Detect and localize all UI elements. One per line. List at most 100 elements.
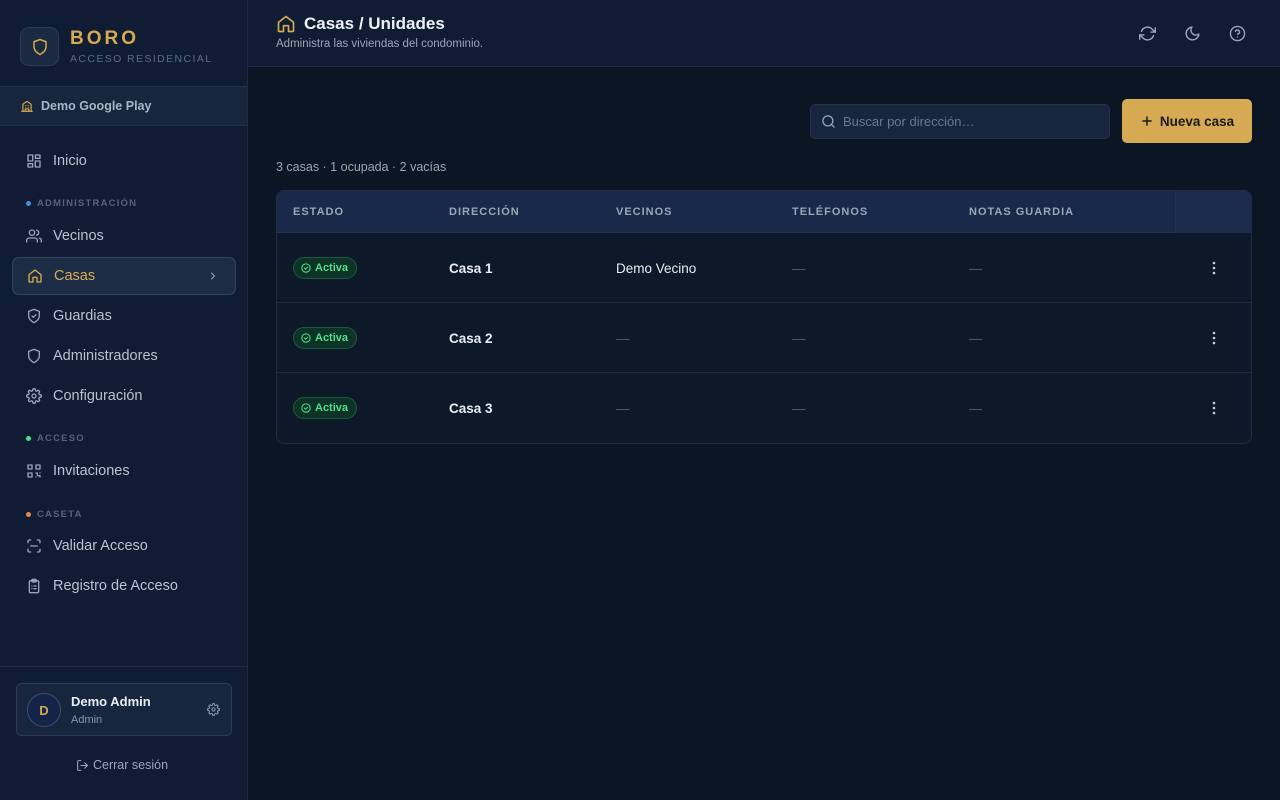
- page-subtitle: Administra las viviendas del condominio.: [276, 38, 484, 50]
- col-telefonos: TELÉFONOS: [792, 206, 869, 218]
- status-badge: Activa: [293, 327, 358, 349]
- sidebar: BORO ACCESO RESIDENCIAL Demo Google Play…: [0, 0, 248, 800]
- shield-check-icon: [28, 308, 40, 324]
- search-input[interactable]: [843, 114, 1093, 129]
- more-vertical-icon: [1212, 401, 1216, 415]
- cell-telefonos: —: [792, 401, 806, 416]
- houses-table: ESTADO DIRECCIÓN VECINOS TELÉFONOS NOTAS…: [276, 190, 1252, 444]
- row-actions-button[interactable]: [1205, 327, 1223, 349]
- col-estado: ESTADO: [293, 206, 345, 218]
- logout-label: Cerrar sesión: [93, 758, 169, 772]
- sidebar-item-configuracion[interactable]: Configuración: [12, 377, 236, 415]
- sidebar-item-label: Administradores: [53, 348, 158, 364]
- brand-name: BORO: [70, 28, 139, 49]
- help-button[interactable]: [1226, 22, 1248, 44]
- cell-telefonos: —: [792, 331, 806, 346]
- sidebar-item-label: Inicio: [53, 153, 87, 169]
- cell-direccion: Casa 2: [449, 331, 493, 346]
- cell-vecinos: —: [616, 401, 630, 416]
- page-title: Casas / Unidades: [304, 14, 445, 33]
- more-vertical-icon: [1212, 331, 1216, 345]
- cell-direccion: Casa 3: [449, 401, 493, 416]
- more-vertical-icon: [1212, 261, 1216, 275]
- sidebar-item-inicio[interactable]: Inicio: [12, 142, 236, 180]
- row-actions-button[interactable]: [1205, 257, 1223, 279]
- brand: BORO ACCESO RESIDENCIAL: [20, 27, 212, 66]
- new-house-button[interactable]: Nueva casa: [1122, 99, 1252, 143]
- sidebar-item-label: Configuración: [53, 388, 143, 404]
- gear-icon: [26, 388, 42, 404]
- sidebar-item-label: Validar Acceso: [53, 538, 148, 554]
- section-admin: ADMINISTRACIÓN: [26, 198, 137, 209]
- cell-vecinos: —: [616, 331, 630, 346]
- status-badge: Activa: [293, 257, 358, 279]
- logout-button[interactable]: Cerrar sesión: [76, 758, 168, 772]
- user-name: Demo Admin: [71, 694, 151, 709]
- sidebar-item-administradores[interactable]: Administradores: [12, 337, 236, 375]
- sidebar-item-label: Casas: [54, 268, 96, 284]
- theme-toggle-button[interactable]: [1181, 22, 1203, 44]
- refresh-button[interactable]: [1136, 22, 1158, 44]
- sidebar-item-registro[interactable]: Registro de Acceso: [12, 567, 236, 605]
- cell-notas: —: [969, 401, 983, 416]
- building-icon: [21, 100, 33, 112]
- top-header: Casas / Unidades Administra las vivienda…: [248, 0, 1280, 67]
- new-house-label: Nueva casa: [1159, 113, 1235, 129]
- org-selector[interactable]: Demo Google Play: [0, 86, 247, 126]
- col-vecinos: VECINOS: [616, 206, 673, 218]
- cell-telefonos: —: [792, 261, 806, 276]
- summary-text: 3 casas · 1 ocupada · 2 vacías: [276, 160, 447, 174]
- home-icon: [277, 15, 295, 33]
- table-row[interactable]: Activa Casa 2 — — —: [277, 303, 1251, 373]
- col-notas: NOTAS GUARDIA: [969, 206, 1075, 218]
- cell-notas: —: [969, 331, 983, 346]
- brand-logo: [20, 27, 59, 66]
- shield-icon: [32, 38, 47, 55]
- search-field[interactable]: [810, 104, 1110, 139]
- plus-icon: [1142, 116, 1152, 126]
- sidebar-item-validar[interactable]: Validar Acceso: [12, 527, 236, 565]
- sidebar-item-label: Invitaciones: [53, 463, 130, 479]
- home-icon: [28, 269, 42, 283]
- gear-icon[interactable]: [207, 703, 220, 716]
- col-direccion: DIRECCIÓN: [449, 206, 520, 218]
- row-actions-button[interactable]: [1205, 397, 1223, 419]
- clipboard-icon: [28, 578, 40, 594]
- cell-vecinos: Demo Vecino: [616, 261, 697, 276]
- section-acceso: ACCESO: [26, 433, 85, 444]
- qr-code-icon: [27, 464, 41, 478]
- chevron-right-icon: [211, 272, 215, 280]
- refresh-icon: [1138, 25, 1156, 41]
- avatar: D: [27, 693, 61, 727]
- sidebar-item-label: Vecinos: [53, 228, 104, 244]
- users-icon: [26, 229, 42, 243]
- table-row[interactable]: Activa Casa 1 Demo Vecino — —: [277, 233, 1251, 303]
- brand-subtitle: ACCESO RESIDENCIAL: [70, 53, 213, 65]
- user-card[interactable]: D Demo Admin Admin: [16, 683, 232, 736]
- check-circle-icon: [301, 333, 311, 343]
- sidebar-item-label: Guardias: [53, 308, 112, 324]
- help-icon: [1229, 25, 1245, 41]
- sidebar-item-guardias[interactable]: Guardias: [12, 297, 236, 335]
- moon-icon: [1185, 25, 1200, 40]
- check-circle-icon: [301, 403, 311, 413]
- user-role: Admin: [71, 714, 103, 726]
- sidebar-item-casas[interactable]: Casas: [12, 257, 236, 295]
- cell-direccion: Casa 1: [449, 261, 493, 276]
- table-row[interactable]: Activa Casa 3 — — —: [277, 373, 1251, 443]
- shield-icon: [28, 348, 40, 364]
- search-icon: [822, 115, 835, 128]
- scan-icon: [27, 539, 41, 553]
- section-caseta: CASETA: [26, 509, 83, 520]
- check-circle-icon: [301, 263, 311, 273]
- table-header: ESTADO DIRECCIÓN VECINOS TELÉFONOS NOTAS…: [277, 191, 1251, 233]
- cell-notas: —: [969, 261, 983, 276]
- col-actions: [1175, 191, 1251, 233]
- logout-icon: [77, 759, 88, 771]
- sidebar-item-vecinos[interactable]: Vecinos: [12, 217, 236, 255]
- sidebar-item-invitaciones[interactable]: Invitaciones: [12, 452, 236, 490]
- status-badge: Activa: [293, 397, 358, 419]
- sidebar-item-label: Registro de Acceso: [53, 578, 178, 594]
- org-label: Demo Google Play: [41, 99, 152, 113]
- dashboard-icon: [27, 154, 41, 168]
